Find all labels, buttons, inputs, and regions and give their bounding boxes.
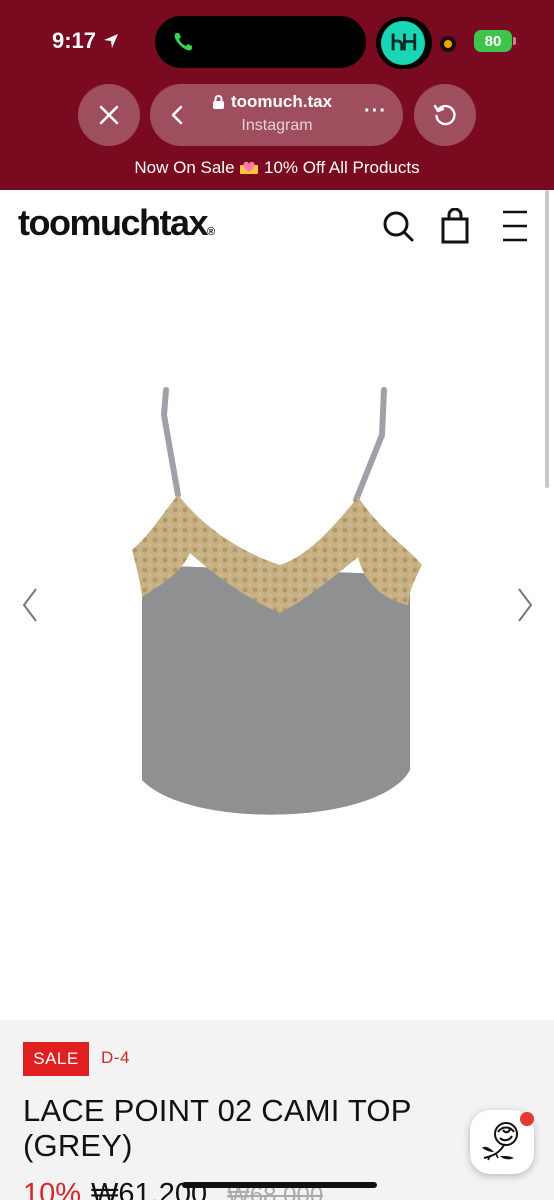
home-indicator[interactable] bbox=[182, 1182, 377, 1188]
app-icon-badge: ᏂᎻ bbox=[381, 21, 425, 65]
address-bar[interactable]: toomuch.tax Instagram ··· bbox=[150, 84, 403, 146]
live-activity-app-icon[interactable]: ᏂᎻ bbox=[376, 17, 432, 69]
close-icon bbox=[99, 105, 119, 125]
registered-mark: ® bbox=[207, 226, 216, 238]
source-app-label: Instagram bbox=[241, 117, 313, 134]
url-domain: toomuch.tax bbox=[231, 92, 333, 111]
promo-banner[interactable]: Now On Sale 10% Off All Products bbox=[0, 158, 554, 178]
dynamic-island[interactable] bbox=[155, 16, 366, 68]
menu-icon bbox=[503, 210, 527, 242]
gift-heart-icon bbox=[240, 161, 259, 174]
search-icon bbox=[383, 211, 414, 242]
clock-time: 9:17 bbox=[52, 28, 97, 53]
lock-icon bbox=[213, 95, 224, 109]
promo-text-after: 10% Off All Products bbox=[264, 158, 420, 177]
rose-icon bbox=[482, 1122, 518, 1161]
chevron-left-icon[interactable] bbox=[20, 585, 40, 625]
notification-dot bbox=[520, 1112, 534, 1126]
page-scrollbar[interactable] bbox=[545, 190, 549, 488]
chevron-right-icon[interactable] bbox=[515, 585, 535, 625]
reload-button[interactable] bbox=[414, 84, 476, 146]
product-title: LACE POINT 02 CAMI TOP (GREY) bbox=[23, 1093, 412, 1163]
recording-indicator-icon bbox=[440, 36, 456, 52]
close-browser-button[interactable] bbox=[78, 84, 140, 146]
logo-text: toomuchtax bbox=[18, 202, 209, 243]
reload-icon bbox=[433, 104, 456, 126]
more-options-button[interactable]: ··· bbox=[364, 100, 387, 123]
clock: 9:17 bbox=[52, 28, 120, 54]
browser-chrome: 9:17 ᏂᎻ 80 toomuch.tax Instagram ··· Now… bbox=[0, 0, 554, 190]
site-header: toomuchtax® bbox=[0, 190, 554, 265]
menu-button[interactable] bbox=[497, 208, 533, 244]
location-arrow-icon bbox=[104, 34, 119, 48]
search-button[interactable] bbox=[380, 208, 416, 244]
sale-badge: SALE bbox=[23, 1042, 89, 1076]
product-gallery[interactable] bbox=[0, 265, 554, 1020]
url-display[interactable]: toomuch.tax bbox=[212, 92, 362, 112]
sale-countdown: D-4 bbox=[101, 1048, 130, 1067]
phone-call-icon bbox=[174, 33, 192, 51]
site-logo[interactable]: toomuchtax® bbox=[18, 202, 215, 244]
battery-icon: 80 bbox=[474, 30, 516, 52]
shopping-bag-icon bbox=[441, 207, 469, 244]
status-bar: 9:17 ᏂᎻ 80 bbox=[0, 0, 554, 78]
promo-text-before: Now On Sale bbox=[134, 158, 235, 177]
product-info: SALE D-4 LACE POINT 02 CAMI TOP (GREY) bbox=[0, 1020, 554, 1200]
discount-percent: 10% bbox=[23, 1178, 82, 1200]
back-chevron-icon[interactable] bbox=[168, 104, 188, 126]
product-image bbox=[132, 387, 422, 815]
cart-button[interactable] bbox=[437, 207, 473, 244]
battery-level: 80 bbox=[484, 32, 502, 50]
